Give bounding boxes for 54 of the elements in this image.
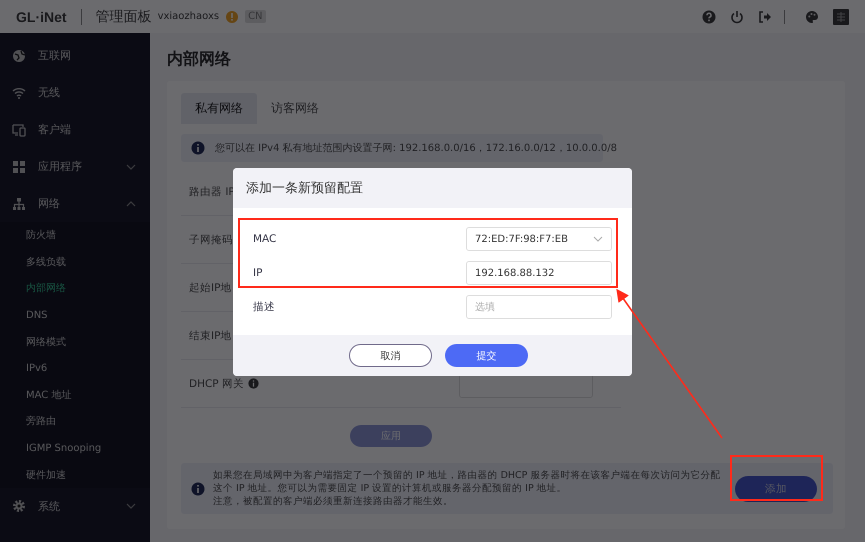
sidebar-subitem[interactable]: 多线负载 xyxy=(0,248,150,276)
username: vxiaozhaoxs xyxy=(158,11,220,22)
sidebar-item[interactable]: 客户端 xyxy=(0,111,150,148)
logout-icon[interactable] xyxy=(758,10,772,24)
field-label: IP xyxy=(253,267,262,279)
sidebar-subitem[interactable]: 防火墙 xyxy=(0,222,150,249)
note-text: 注意，被配置的客户端必须重新连接路由器才能生效。 xyxy=(213,495,454,508)
tab[interactable]: 私有网络 xyxy=(181,93,257,124)
mac-select[interactable]: 72:ED:7F:98:F7:EB xyxy=(466,227,612,251)
info-icon xyxy=(191,141,205,155)
panel-title: 管理面板 xyxy=(96,8,152,26)
field-label: DHCP 网关 xyxy=(189,376,244,390)
sidebar-item[interactable]: 应用程序 xyxy=(0,148,150,185)
grid-icon xyxy=(12,160,26,174)
sidebar-subitem[interactable]: 旁路由 xyxy=(0,408,150,435)
sidebar-subitem[interactable]: IGMP Snooping xyxy=(0,434,150,462)
logo: GL·iNet xyxy=(16,8,67,24)
dialog-title: 添加一条新预留配置 xyxy=(246,180,363,197)
field-label: 起始IP地 xyxy=(189,280,232,294)
sidebar-item[interactable]: 网络 xyxy=(0,185,150,222)
submit-button[interactable]: 提交 xyxy=(445,344,528,367)
field-label: 结束IP地 xyxy=(189,328,232,342)
palette-icon[interactable] xyxy=(805,10,819,24)
gear-icon xyxy=(12,499,26,514)
help-icon[interactable] xyxy=(702,10,716,24)
warning-icon xyxy=(225,10,240,24)
field-label: 描述 xyxy=(253,300,275,314)
power-icon[interactable] xyxy=(730,10,744,24)
sidebar-subitem[interactable]: 内部网络 xyxy=(0,275,150,302)
input-field[interactable]: 192.168.88.132 xyxy=(466,261,612,285)
note-text: 如果您在局域网中为客户端指定了一个预留的 IP 地址，路由器的 DHCP 服务器时将在该客户端在每次访问为它分配这个 IP 地址。您可以为需要固定 IP 设置的计算机或服务器分配预留的 IP 地址。 xyxy=(213,469,721,495)
page-title: 内部网络 xyxy=(167,49,232,70)
sidebar-subitem[interactable]: DNS xyxy=(0,302,150,328)
wifi-icon xyxy=(12,86,26,100)
sidebar-item[interactable]: 互联网 xyxy=(0,37,150,74)
input-field[interactable]: 选填 xyxy=(466,295,612,319)
sidebar-item[interactable]: 无线 xyxy=(0,74,150,111)
field-label: 子网掩码 xyxy=(189,232,233,246)
sidebar-subitem[interactable]: 硬件加速 xyxy=(0,461,150,488)
info-text: 您可以在 IPv4 私有地址范围内设置子网: 192.168.0.0/16，172.16.0.0/12，10.0.0.0/8 xyxy=(215,142,617,155)
sidebar-subitem[interactable]: IPv6 xyxy=(0,354,150,382)
devices-icon xyxy=(12,122,26,136)
sidebar-item[interactable]: 系统 xyxy=(0,488,150,525)
sidebar-subitem[interactable]: 网络模式 xyxy=(0,328,150,355)
info-icon xyxy=(191,482,205,496)
tab[interactable]: 访客网络 xyxy=(257,93,333,124)
info-icon xyxy=(248,378,259,389)
cancel-button[interactable]: 取消 xyxy=(349,344,432,367)
chevron-icon xyxy=(593,236,603,242)
sidebar-subitem[interactable]: MAC 地址 xyxy=(0,382,150,408)
network-icon xyxy=(12,196,26,210)
language-icon[interactable] xyxy=(833,8,849,24)
field-label: MAC xyxy=(253,233,276,245)
globe-icon xyxy=(12,48,26,62)
